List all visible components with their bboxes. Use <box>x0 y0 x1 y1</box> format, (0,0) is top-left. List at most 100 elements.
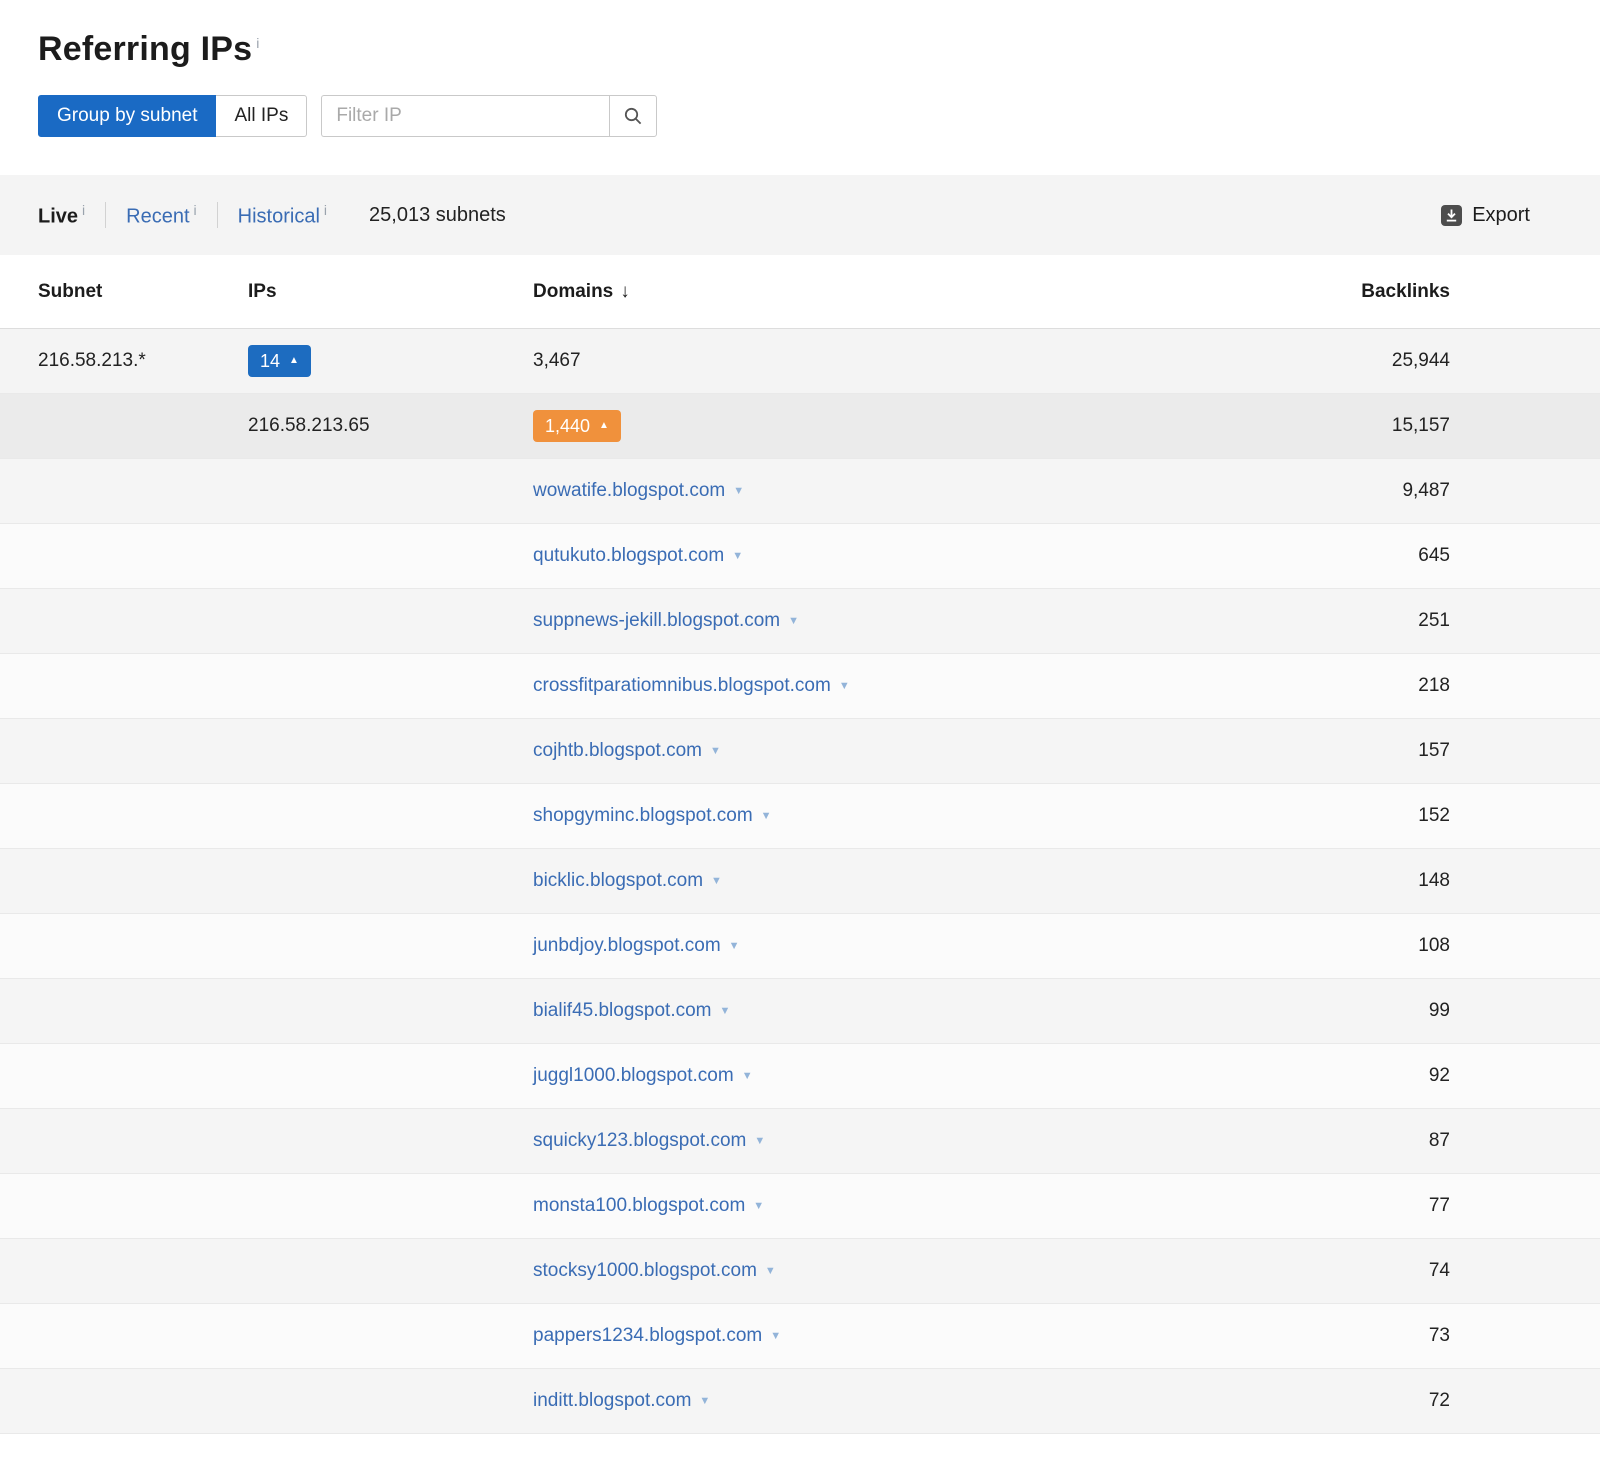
toolbar: Livei Recenti Historicali 25,013 subnets… <box>0 175 1600 255</box>
dropdown-caret-icon[interactable]: ▼ <box>742 1071 753 1082</box>
referring-ips-page: Referring IPsi Group by subnet All IPs L… <box>0 0 1600 1434</box>
domain-link[interactable]: wowatife.blogspot.com ▼ <box>533 480 744 502</box>
dropdown-caret-icon[interactable]: ▼ <box>761 811 772 822</box>
domain-link-text: qutukuto.blogspot.com <box>533 545 724 567</box>
recent-info-icon[interactable]: i <box>194 202 197 218</box>
domain-row: inditt.blogspot.com▼ 72 <box>0 1369 1600 1434</box>
domain-row: suppnews-jekill.blogspot.com ▼ 251 <box>0 589 1600 654</box>
backlinks-value: 74 <box>1290 1260 1450 1282</box>
subnet-backlinks-value: 25,944 <box>1290 350 1450 372</box>
backlinks-value: 73 <box>1290 1325 1450 1347</box>
column-header-subnet: Subnet <box>38 281 248 303</box>
search-button[interactable] <box>609 95 657 137</box>
domain-rows: wowatife.blogspot.com▼ 9,487 qutukuto.bl… <box>0 459 1600 1434</box>
backlinks-value: 251 <box>1290 610 1450 632</box>
domain-link-text: junbdjoy.blogspot.com <box>533 935 721 957</box>
all-ips-button[interactable]: All IPs <box>216 95 307 137</box>
backlinks-value: 108 <box>1290 935 1450 957</box>
domain-link-text: suppnews-jekill.blogspot.com <box>533 610 780 632</box>
domain-link[interactable]: bialif45.blogspot.com ▼ <box>533 1000 730 1022</box>
domain-row: crossfitparatiomnibus.blogspot.com▼ 218 <box>0 654 1600 719</box>
domain-link-text: stocksy1000.blogspot.com <box>533 1260 757 1282</box>
dropdown-caret-icon[interactable]: ▼ <box>754 1136 765 1147</box>
export-icon <box>1441 205 1462 226</box>
domain-row: squicky123.blogspot.com▼ 87 <box>0 1109 1600 1174</box>
dropdown-caret-icon[interactable]: ▼ <box>733 486 744 497</box>
domain-link[interactable]: stocksy1000.blogspot.com ▼ <box>533 1260 776 1282</box>
ip-row: 216.58.213.65 1,440▲ 15,157 <box>0 394 1600 459</box>
domain-link[interactable]: monsta100.blogspot.com▼ <box>533 1195 764 1217</box>
domain-link-text: wowatife.blogspot.com <box>533 480 725 502</box>
collapse-icon: ▲ <box>599 421 609 431</box>
domain-link[interactable]: crossfitparatiomnibus.blogspot.com ▼ <box>533 675 850 697</box>
subnet-count: 25,013 subnets <box>369 204 506 227</box>
title-info-icon[interactable]: i <box>256 35 259 51</box>
domain-row: cojhtb.blogspot.com▼ 157 <box>0 719 1600 784</box>
domain-row: junbdjoy.blogspot.com ▼ 108 <box>0 914 1600 979</box>
historical-info-icon[interactable]: i <box>324 202 327 218</box>
column-header-backlinks[interactable]: Backlinks <box>1290 281 1450 303</box>
domain-link[interactable]: inditt.blogspot.com▼ <box>533 1390 710 1412</box>
export-button[interactable]: Export <box>1441 204 1530 227</box>
dropdown-caret-icon[interactable]: ▼ <box>729 941 740 952</box>
domain-link-text: shopgyminc.blogspot.com <box>533 805 753 827</box>
domain-row: bialif45.blogspot.com▼ 99 <box>0 979 1600 1044</box>
tab-historical-label: Historical <box>238 205 320 227</box>
toolbar-tabs: Livei Recenti Historicali 25,013 subnets <box>38 202 506 229</box>
backlinks-value: 148 <box>1290 870 1450 892</box>
dropdown-caret-icon[interactable]: ▼ <box>720 1006 731 1017</box>
page-title: Referring IPsi <box>38 30 1562 69</box>
collapse-icon: ▲ <box>289 356 299 366</box>
domain-link[interactable]: shopgyminc.blogspot.com ▼ <box>533 805 772 827</box>
domain-link[interactable]: squicky123.blogspot.com▼ <box>533 1130 765 1152</box>
domain-link-text: crossfitparatiomnibus.blogspot.com <box>533 675 831 697</box>
tab-live[interactable]: Livei <box>38 202 85 229</box>
backlinks-value: 72 <box>1290 1390 1450 1412</box>
page-header: Referring IPsi Group by subnet All IPs <box>0 0 1600 175</box>
domain-row: bicklic.blogspot.com ▼ 148 <box>0 849 1600 914</box>
column-header-domains[interactable]: Domains↓ <box>533 281 1290 303</box>
domain-link-text: bialif45.blogspot.com <box>533 1000 712 1022</box>
dropdown-caret-icon[interactable]: ▼ <box>711 876 722 887</box>
domain-row: qutukuto.blogspot.com ▼ 645 <box>0 524 1600 589</box>
domain-link[interactable]: pappers1234.blogspot.com ▼ <box>533 1325 781 1347</box>
backlinks-value: 645 <box>1290 545 1450 567</box>
domain-link[interactable]: junbdjoy.blogspot.com ▼ <box>533 935 740 957</box>
export-label: Export <box>1472 204 1530 227</box>
domain-row: pappers1234.blogspot.com ▼ 73 <box>0 1304 1600 1369</box>
domain-link[interactable]: juggl1000.blogspot.com▼ <box>533 1065 753 1087</box>
domain-row: juggl1000.blogspot.com▼ 92 <box>0 1044 1600 1109</box>
filter-ip-input[interactable] <box>321 95 609 137</box>
ips-expand-badge[interactable]: 14 ▲ <box>248 345 311 377</box>
view-mode-toggle: Group by subnet All IPs <box>38 95 307 137</box>
dropdown-caret-icon[interactable]: ▼ <box>839 681 850 692</box>
tab-recent[interactable]: Recenti <box>126 202 197 229</box>
domains-expand-badge[interactable]: 1,440▲ <box>533 410 621 442</box>
backlinks-value: 152 <box>1290 805 1450 827</box>
live-info-icon[interactable]: i <box>82 202 85 218</box>
filter-control <box>321 95 657 137</box>
ip-backlinks-value: 15,157 <box>1290 415 1450 437</box>
dropdown-caret-icon[interactable]: ▼ <box>770 1331 781 1342</box>
backlinks-value: 92 <box>1290 1065 1450 1087</box>
ips-badge-count: 14 <box>260 352 280 370</box>
dropdown-caret-icon[interactable]: ▼ <box>699 1396 710 1407</box>
dropdown-caret-icon[interactable]: ▼ <box>732 551 743 562</box>
backlinks-value: 77 <box>1290 1195 1450 1217</box>
dropdown-caret-icon[interactable]: ▼ <box>788 616 799 627</box>
tab-recent-label: Recent <box>126 205 189 227</box>
dropdown-caret-icon[interactable]: ▼ <box>765 1266 776 1277</box>
dropdown-caret-icon[interactable]: ▼ <box>710 746 721 757</box>
sort-desc-icon: ↓ <box>620 281 630 302</box>
group-by-subnet-button[interactable]: Group by subnet <box>38 95 216 137</box>
domain-link[interactable]: cojhtb.blogspot.com▼ <box>533 740 721 762</box>
dropdown-caret-icon[interactable]: ▼ <box>753 1201 764 1212</box>
search-icon <box>623 106 643 126</box>
domain-link-text: bicklic.blogspot.com <box>533 870 703 892</box>
tab-historical[interactable]: Historicali <box>238 202 327 229</box>
column-header-ips: IPs <box>248 281 533 303</box>
domain-link-text: pappers1234.blogspot.com <box>533 1325 762 1347</box>
domain-link[interactable]: bicklic.blogspot.com ▼ <box>533 870 722 892</box>
domain-link[interactable]: qutukuto.blogspot.com ▼ <box>533 545 743 567</box>
domain-link[interactable]: suppnews-jekill.blogspot.com ▼ <box>533 610 799 632</box>
